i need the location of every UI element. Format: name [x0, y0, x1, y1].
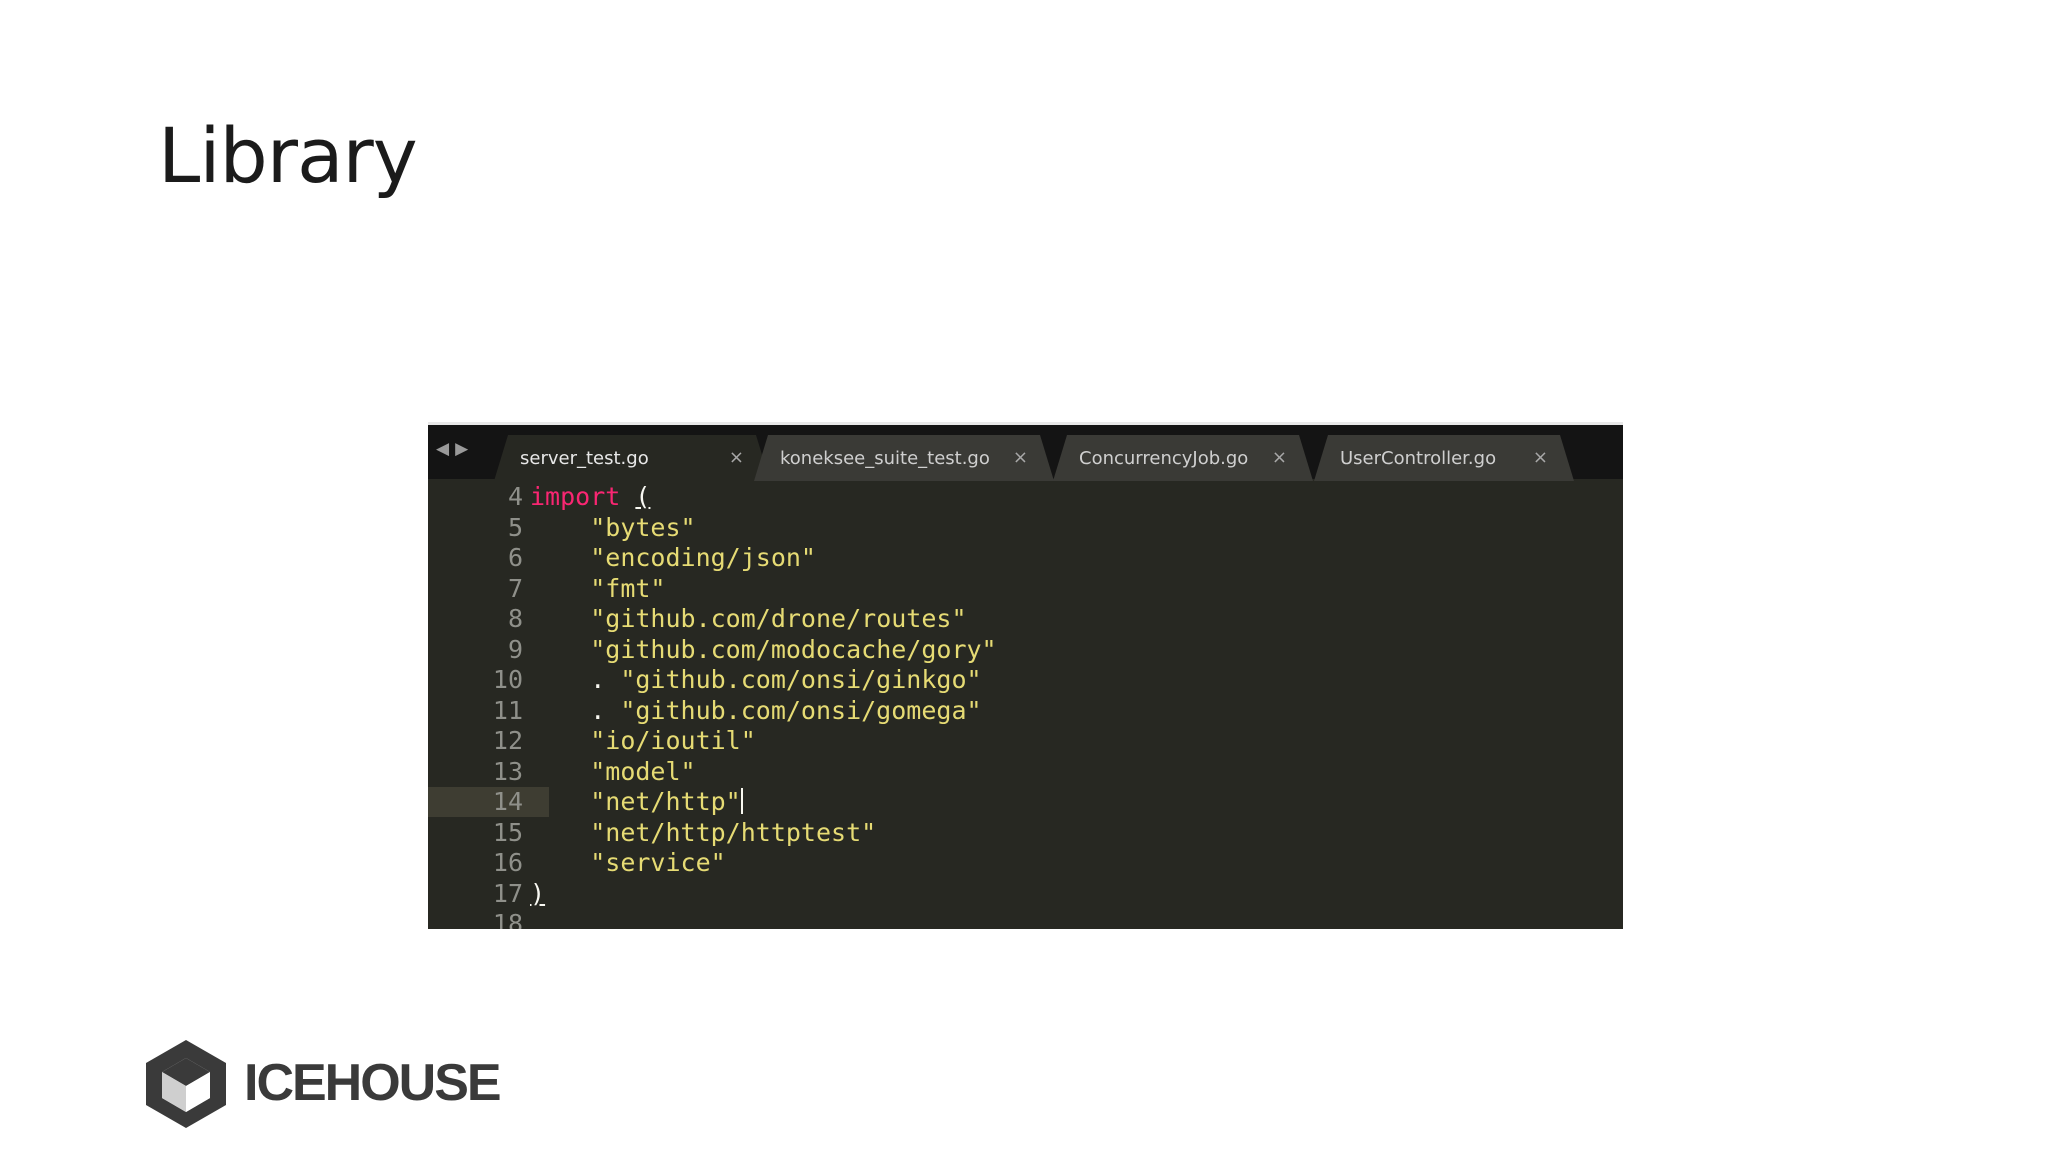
close-icon[interactable]: ×	[1013, 447, 1028, 468]
code-line[interactable]: 17)	[428, 879, 1623, 909]
plain-token: .	[530, 695, 621, 725]
logo-text: ICEHOUSE	[244, 1054, 502, 1112]
string-token: "github.com/modocache/gory"	[590, 634, 997, 664]
code-text: import (	[530, 482, 650, 512]
code-line[interactable]: 13 "model"	[428, 757, 1623, 787]
keyword-token: import	[530, 482, 621, 511]
tab-concurrency-job[interactable]: ConcurrencyJob.go ×	[1053, 435, 1313, 481]
tab-navigation: ◀▶	[436, 439, 474, 459]
code-line[interactable]: 8 "github.com/drone/routes"	[428, 604, 1623, 634]
code-text: "io/ioutil"	[530, 726, 756, 756]
paren-token: )	[530, 878, 546, 908]
code-line[interactable]: 10 . "github.com/onsi/ginkgo"	[428, 665, 1623, 695]
close-icon[interactable]: ×	[729, 447, 744, 468]
arrow-right-icon[interactable]: ▶	[455, 439, 474, 459]
string-token: "io/ioutil"	[590, 726, 756, 755]
string-token: "github.com/onsi/ginkgo"	[620, 665, 982, 694]
code-text: "fmt"	[530, 574, 665, 604]
tab-label: ConcurrencyJob.go	[1079, 448, 1249, 469]
code-text: "model"	[530, 756, 696, 787]
code-line[interactable]: 5 "bytes"	[428, 513, 1623, 543]
code-line[interactable]: 9 "github.com/modocache/gory"	[428, 635, 1623, 665]
arrow-left-icon[interactable]: ◀	[436, 439, 455, 459]
code-line[interactable]: 6 "encoding/json"	[428, 543, 1623, 573]
string-token: "service"	[590, 848, 726, 877]
code-line[interactable]: 16 "service"	[428, 848, 1623, 878]
close-icon[interactable]: ×	[1533, 447, 1548, 468]
tab-bar: ◀▶ server_test.go × koneksee_suite_test.…	[428, 425, 1623, 479]
code-line[interactable]: 11 . "github.com/onsi/gomega"	[428, 696, 1623, 726]
text-cursor	[740, 788, 743, 814]
icehouse-logo: ICEHOUSE	[140, 1038, 520, 1130]
code-text: "github.com/drone/routes"	[530, 604, 967, 634]
code-text: "net/http/httptest"	[530, 818, 876, 848]
code-text: "encoding/json"	[530, 543, 816, 573]
slide-title: Library	[158, 111, 418, 200]
code-text: . "github.com/onsi/gomega"	[530, 695, 982, 726]
code-area[interactable]: 4 import (5 "bytes" 6 "encoding/json" 7 "fm…	[428, 479, 1623, 929]
string-token: "github.com/onsi/gomega"	[620, 695, 982, 725]
code-text: "github.com/modocache/gory"	[530, 634, 997, 665]
code-line[interactable]: 4 import (	[428, 482, 1623, 512]
string-token: "github.com/drone/routes"	[590, 604, 967, 633]
tab-koneksee-suite-test[interactable]: koneksee_suite_test.go ×	[754, 435, 1054, 481]
code-text: )	[530, 879, 545, 909]
code-line[interactable]: 15 "net/http/httptest"	[428, 818, 1623, 848]
code-text: "bytes"	[530, 512, 696, 543]
code-text: "net/http"	[530, 787, 743, 817]
string-token: "bytes"	[590, 512, 696, 542]
string-token: "fmt"	[590, 573, 666, 603]
tab-label: koneksee_suite_test.go	[780, 448, 990, 469]
tab-label: server_test.go	[520, 448, 649, 469]
code-line[interactable]: 14 "net/http"	[428, 787, 1623, 817]
string-token: "encoding/json"	[590, 543, 816, 572]
code-line[interactable]: 7 "fmt"	[428, 574, 1623, 604]
tab-server-test[interactable]: server_test.go ×	[494, 435, 770, 481]
tab-user-controller[interactable]: UserController.go ×	[1314, 435, 1574, 481]
string-token: "net/http"	[590, 787, 741, 816]
close-icon[interactable]: ×	[1272, 447, 1287, 468]
line-number: 18	[492, 909, 523, 929]
code-text: . "github.com/onsi/ginkgo"	[530, 665, 982, 695]
code-line[interactable]: 12 "io/ioutil"	[428, 726, 1623, 756]
code-line[interactable]: 18	[428, 909, 1623, 929]
paren-token: (	[635, 482, 651, 511]
tab-label: UserController.go	[1340, 448, 1497, 469]
string-token: "model"	[590, 756, 696, 786]
icehouse-hexagon-icon	[146, 1040, 226, 1128]
string-token: "net/http/httptest"	[590, 817, 877, 847]
code-text: "service"	[530, 848, 726, 878]
plain-token: .	[530, 665, 621, 694]
code-editor-screenshot: ◀▶ server_test.go × koneksee_suite_test.…	[428, 422, 1623, 929]
